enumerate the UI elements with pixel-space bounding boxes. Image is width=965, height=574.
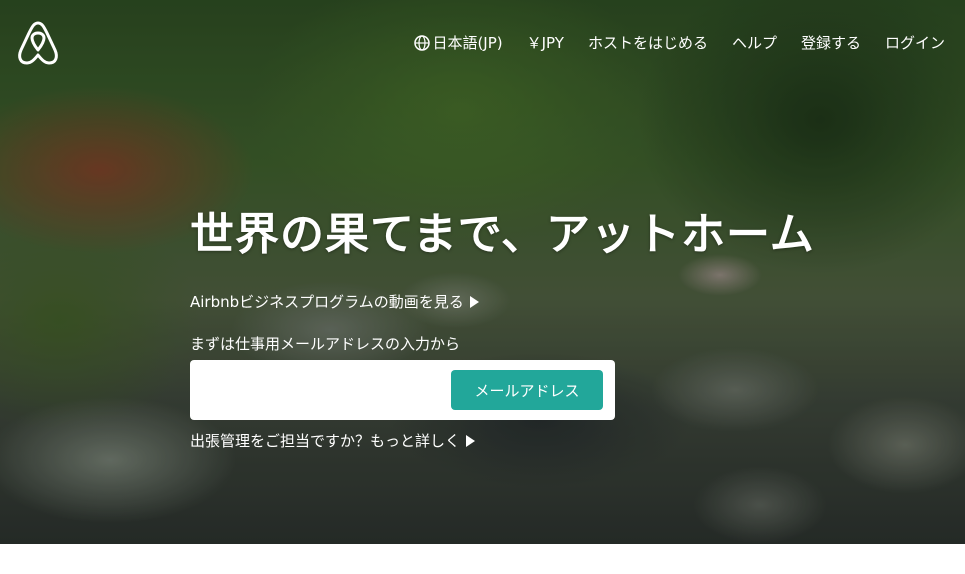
nav-language-label: 日本語(JP) bbox=[432, 34, 503, 52]
hero-background: 日本語(JP) ￥JPY ホストをはじめる ヘルプ 登録する ログイン 世界の果… bbox=[0, 0, 965, 544]
email-label: まずは仕事用メールアドレスの入力から bbox=[190, 335, 461, 353]
email-input[interactable] bbox=[200, 370, 444, 412]
nav-login[interactable]: ログイン bbox=[885, 32, 945, 53]
page-bottom bbox=[0, 544, 965, 574]
business-link-label: 出張管理をご担当ですか？もっと詳しく bbox=[190, 432, 461, 450]
business-link[interactable]: 出張管理をご担当ですか？もっと詳しく bbox=[190, 430, 815, 451]
video-link[interactable]: Airbnbビジネスプログラムの動画を見る bbox=[190, 291, 815, 312]
nav-host[interactable]: ホストをはじめる bbox=[588, 32, 708, 53]
top-nav: 日本語(JP) ￥JPY ホストをはじめる ヘルプ 登録する ログイン bbox=[414, 32, 945, 53]
arrow-right-icon bbox=[466, 434, 476, 447]
hero-content: 世界の果てまで、アットホーム Airbnbビジネスプログラムの動画を見る まずは… bbox=[190, 205, 815, 451]
globe-icon bbox=[414, 34, 431, 51]
nav-language[interactable]: 日本語(JP) bbox=[414, 32, 503, 53]
email-form: メールアドレス bbox=[190, 360, 615, 420]
airbnb-logo-icon[interactable] bbox=[16, 20, 60, 66]
video-link-label: Airbnbビジネスプログラムの動画を見る bbox=[190, 293, 464, 311]
email-submit-button[interactable]: メールアドレス bbox=[451, 370, 603, 410]
nav-help[interactable]: ヘルプ bbox=[732, 32, 777, 53]
nav-currency[interactable]: ￥JPY bbox=[527, 32, 564, 53]
nav-signup[interactable]: 登録する bbox=[801, 32, 861, 53]
play-triangle-icon bbox=[469, 295, 479, 308]
hero-headline: 世界の果てまで、アットホーム bbox=[190, 209, 815, 260]
